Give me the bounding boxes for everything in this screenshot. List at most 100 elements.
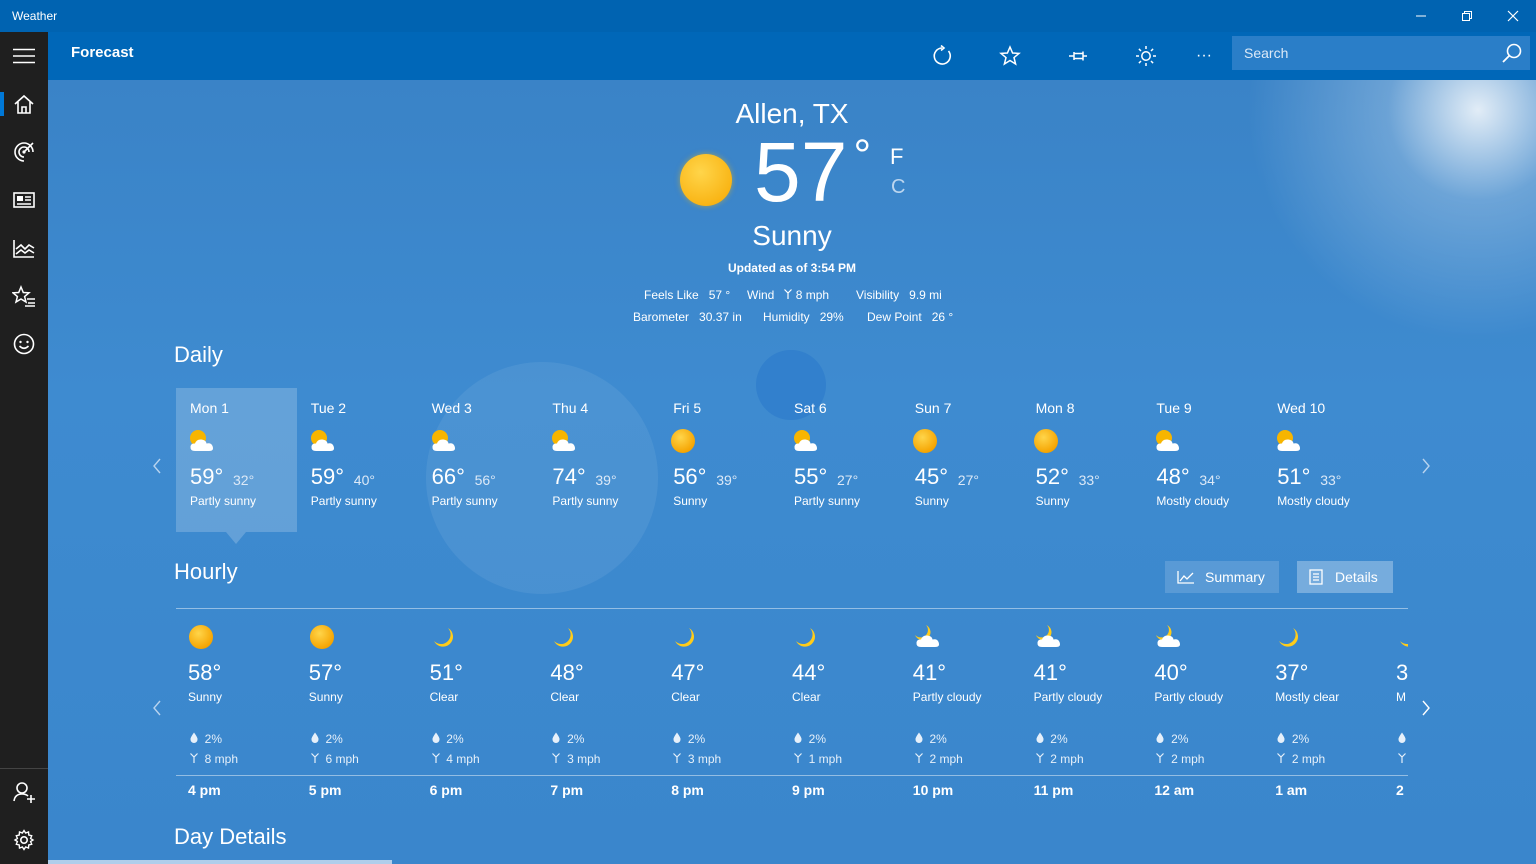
hour-precipitation: 2% — [1277, 732, 1309, 746]
radar-icon — [14, 142, 34, 162]
wind-direction-icon — [552, 753, 561, 763]
hour-weather-icon — [1034, 624, 1066, 655]
daily-next-button[interactable] — [1421, 458, 1431, 479]
search-icon[interactable] — [1502, 43, 1522, 63]
pin-button[interactable] — [1058, 40, 1098, 72]
hourly-prev-button[interactable] — [152, 700, 162, 721]
hour-temperature: 3 — [1396, 660, 1408, 685]
wind-value: 1 mph — [808, 752, 843, 766]
raindrop-icon — [311, 732, 319, 743]
main-content: Allen, TX 57 ° F C Sunny Updated as of 3:… — [48, 80, 1536, 864]
wind-direction-icon — [1035, 753, 1044, 763]
wind-value: 2 mph — [1050, 752, 1084, 766]
minimize-button[interactable] — [1398, 0, 1444, 32]
wind-value: 2 mph — [929, 752, 963, 766]
hour-precipitation: 2% — [794, 732, 826, 746]
hour-precipitation: 2% — [1156, 732, 1188, 746]
page-title: Forecast — [71, 44, 134, 61]
hourly-next-button[interactable] — [1421, 700, 1431, 721]
precipitation-value: 2% — [1050, 732, 1068, 746]
precipitation-value: 2% — [1171, 732, 1189, 746]
hour-time: 1 am — [1275, 782, 1308, 798]
hourly-forecast-item: 41° Partly cloudy 2% 2 mph 11 pm — [1022, 620, 1143, 800]
precipitation-value: 2% — [808, 732, 827, 746]
hour-condition: Sunny — [188, 690, 223, 704]
hamburger-menu-button[interactable] — [0, 32, 48, 80]
app-title: Weather — [12, 9, 58, 23]
hourly-forecast-item: 41° Partly cloudy 2% 2 mph 10 pm — [901, 620, 1022, 800]
hour-condition: Sunny — [308, 690, 343, 704]
sidebar-item-maps[interactable] — [0, 128, 48, 176]
header-bar: Forecast ··· — [48, 32, 1536, 80]
hour-wind: 2 mph — [1035, 752, 1084, 766]
moon-icon — [796, 628, 816, 647]
hour-precipitation: 2% — [311, 732, 343, 746]
hour-temperature: 40° — [1154, 660, 1188, 685]
more-button[interactable]: ··· — [1184, 40, 1224, 72]
hourly-forecast-item: 40° Partly cloudy 2% 2 mph 12 am — [1142, 620, 1263, 800]
sidebar-item-historical[interactable] — [0, 224, 48, 272]
wind-value: 8 mph — [204, 752, 239, 766]
minimize-icon — [1416, 15, 1426, 17]
moon-icon — [1279, 628, 1299, 647]
sidebar-item-feedback[interactable] — [0, 320, 48, 368]
hourly-forecast-item: 48° Clear 2% 3 mph 7 pm — [538, 620, 659, 800]
hour-time: 9 pm — [792, 782, 825, 798]
moon-icon — [554, 628, 574, 647]
wind-direction-icon — [794, 753, 802, 763]
refresh-button[interactable] — [922, 40, 962, 72]
search-box — [1232, 36, 1530, 70]
favorite-button[interactable] — [990, 40, 1030, 72]
sunny-icon — [189, 625, 213, 649]
wind-value: 2 mph — [1291, 752, 1326, 766]
chevron-right-icon — [1422, 458, 1430, 474]
search-input[interactable] — [1232, 36, 1492, 70]
sun-icon — [1136, 46, 1156, 66]
hourly-forecast-item: 44° Clear 2% 1 mph 9 pm — [780, 620, 901, 800]
hourly-forecast-item: 58° Sunny 2% 8 mph 4 pm — [176, 620, 297, 800]
hour-wind: 3 mph — [673, 752, 721, 766]
close-icon — [1507, 10, 1519, 22]
restore-button[interactable] — [1444, 0, 1490, 32]
hour-weather-icon — [309, 624, 337, 657]
sidebar-item-news[interactable] — [0, 176, 48, 224]
brightness-button[interactable] — [1126, 40, 1166, 72]
sidebar — [0, 32, 48, 864]
hour-precipitation: 2% — [552, 732, 584, 746]
precipitation-value: 2% — [567, 732, 585, 746]
hour-time: 11 pm — [1033, 782, 1074, 798]
hamburger-icon — [13, 48, 35, 64]
daily-prev-button[interactable] — [152, 458, 162, 479]
settings-button[interactable] — [0, 816, 48, 864]
hour-temperature: 37° — [1275, 660, 1309, 685]
close-button[interactable] — [1490, 0, 1536, 32]
hour-wind: 8 mph — [190, 752, 238, 766]
raindrop-icon — [1277, 732, 1285, 743]
hourly-forecast-item: 57° Sunny 2% 6 mph 5 pm — [297, 620, 418, 800]
hour-temperature: 41° — [1033, 660, 1067, 685]
sidebar-item-forecast[interactable] — [0, 80, 48, 128]
horizontal-scrollbar[interactable] — [48, 860, 392, 864]
hour-time: 10 pm — [912, 782, 954, 798]
hourly-forecast-row: 58° Sunny 2% 8 mph 4 pm 57° Sunny 2% 6 mph 5 … — [176, 80, 1408, 864]
moon-cloud-icon — [1156, 625, 1181, 647]
chevron-right-icon — [1422, 700, 1430, 716]
precipitation-value: 2% — [687, 732, 706, 746]
title-bar: Weather — [0, 0, 1536, 32]
hour-condition: Partly cloudy — [1033, 690, 1103, 704]
hour-precipitation: 2% — [190, 732, 222, 746]
wind-value: 3 mph — [687, 752, 722, 766]
hour-temperature: 44° — [792, 660, 826, 685]
hour-condition: Clear — [792, 690, 821, 704]
hour-wind: 4 mph — [431, 752, 480, 766]
account-button[interactable] — [0, 768, 48, 816]
chevron-left-icon — [153, 700, 161, 716]
raindrop-icon — [1036, 732, 1044, 743]
person-add-icon — [13, 782, 35, 803]
sidebar-item-favorites[interactable] — [0, 272, 48, 320]
hour-time: 6 pm — [429, 782, 463, 798]
wind-value: 4 mph — [446, 752, 480, 766]
gear-icon — [13, 829, 35, 851]
hourly-forecast-item: 37° Mostly clear 2% 2 mph 1 am — [1263, 620, 1384, 800]
wind-value: 3 mph — [567, 752, 601, 766]
